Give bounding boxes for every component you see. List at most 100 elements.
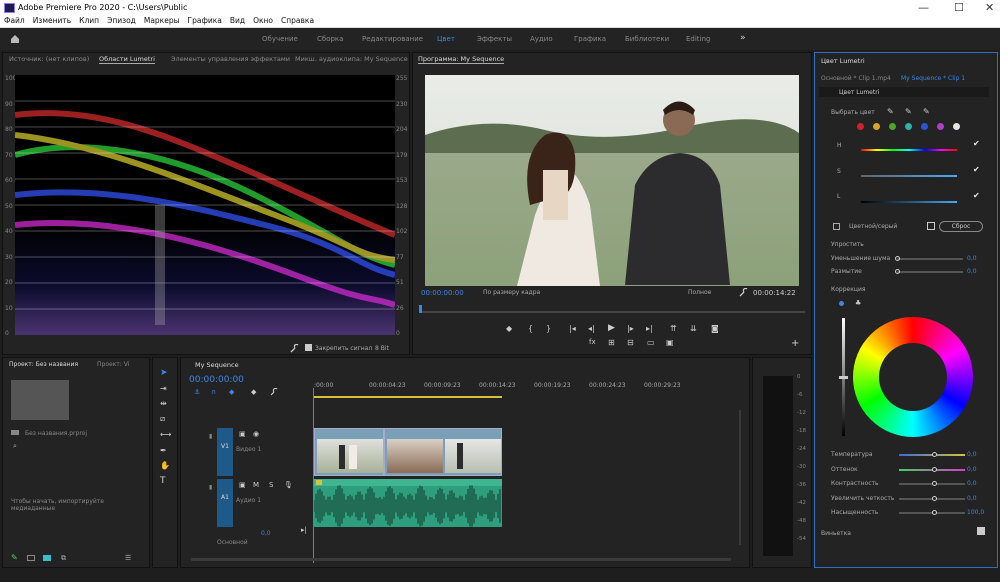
project-tab[interactable]: Проект: Без названия: [9, 361, 78, 368]
correction-row-value[interactable]: 0,0: [967, 480, 977, 487]
timeline-settings-wrench-icon[interactable]: [270, 388, 278, 396]
menu-markers[interactable]: Маркеры: [144, 16, 180, 27]
color-swatch[interactable]: [905, 123, 912, 130]
eyedropper-add-icon[interactable]: ✎: [905, 107, 912, 116]
play-button-icon[interactable]: ▶: [608, 323, 615, 333]
hue-check-icon[interactable]: ✔: [973, 139, 980, 148]
color-swatch[interactable]: [873, 123, 880, 130]
master-go-to-end-icon[interactable]: ▸|: [301, 526, 307, 534]
export-frame-icon[interactable]: ◙: [711, 324, 719, 333]
luma-check-icon[interactable]: ✔: [973, 191, 980, 200]
list-view-icon[interactable]: [27, 555, 35, 561]
ripple-edit-tool-icon[interactable]: ⇹: [160, 399, 167, 408]
close-button[interactable]: ✕: [985, 1, 994, 14]
tab-source[interactable]: Источник: (нет клипов): [9, 55, 89, 63]
quality-select[interactable]: Полное: [688, 289, 711, 296]
freeform-view-icon[interactable]: ⧉: [61, 554, 66, 563]
color-wheel[interactable]: [853, 317, 973, 437]
mark-out-icon[interactable]: }: [546, 324, 551, 333]
workspace-learning[interactable]: Обучение: [262, 35, 298, 43]
master-volume-value[interactable]: 0,0: [261, 530, 271, 537]
sort-icon[interactable]: ☰: [125, 554, 131, 562]
a1-toggle-output-icon[interactable]: ▣: [239, 481, 246, 489]
luma-range-slider[interactable]: [861, 201, 957, 203]
menu-sequence[interactable]: Эпизод: [107, 16, 136, 27]
timeline-timecode[interactable]: 00:00:00:00: [189, 375, 244, 385]
clamp-checkbox[interactable]: [305, 344, 312, 351]
type-tool-icon[interactable]: T: [160, 476, 166, 486]
add-marker-timeline-icon[interactable]: ◆: [229, 388, 234, 396]
audio-clip-waveform[interactable]: [314, 479, 502, 527]
color-swatch[interactable]: [953, 123, 960, 130]
correction-row-handle[interactable]: [932, 481, 937, 486]
color-swatch[interactable]: [857, 123, 864, 130]
lumetri-source-tab[interactable]: Основной * Clip 1.mp4: [821, 75, 891, 82]
hue-range-slider[interactable]: [861, 149, 957, 151]
saturation-check-icon[interactable]: ✔: [973, 165, 980, 174]
project-thumbnail[interactable]: [11, 380, 69, 420]
lumetri-sequence-tab[interactable]: My Sequence * Clip 1: [901, 75, 965, 82]
correction-row-handle[interactable]: [932, 510, 937, 515]
more-workspaces-icon[interactable]: »: [740, 33, 746, 43]
v1-eye-icon[interactable]: ◉: [253, 430, 259, 438]
tab-lumetri-scopes[interactable]: Области Lumetri: [99, 55, 155, 64]
correction-row-value[interactable]: 0,0: [967, 451, 977, 458]
fit-select[interactable]: По размеру кадра: [483, 289, 540, 296]
reset-button[interactable]: Сброс: [939, 221, 983, 232]
curves-mode-icon[interactable]: ♣: [855, 299, 861, 307]
video-clip-2[interactable]: [384, 428, 502, 476]
hand-tool-icon[interactable]: ✋: [160, 461, 170, 470]
toggle-proxy-icon[interactable]: ▭: [647, 338, 655, 347]
timeline-vertical-scrollbar[interactable]: [739, 410, 741, 545]
a1-voiceover-icon[interactable]: 🎙: [284, 481, 293, 489]
snap-icon[interactable]: ⚓: [194, 388, 200, 396]
tab-effect-controls[interactable]: Элементы управления эффектами: [171, 55, 290, 63]
workspace-audio[interactable]: Аудио: [530, 35, 553, 43]
menu-edit[interactable]: Изменить: [33, 16, 71, 27]
maximize-button[interactable]: ☐: [954, 1, 964, 14]
saturation-range-slider[interactable]: [861, 175, 957, 177]
timeline-horizontal-scrollbar[interactable]: [191, 558, 731, 561]
workspace-color[interactable]: Цвет: [437, 35, 455, 43]
denoise-row-value[interactable]: 0,0: [967, 255, 977, 262]
add-marker-icon[interactable]: ◆: [506, 324, 512, 333]
program-playhead[interactable]: [419, 305, 422, 313]
workspace-editing[interactable]: Редактирование: [362, 35, 423, 43]
denoise-row-handle[interactable]: [895, 256, 900, 261]
color-gray-checkbox[interactable]: [833, 223, 840, 230]
color-swatch[interactable]: [889, 123, 896, 130]
write-pencil-icon[interactable]: ✎: [11, 553, 18, 562]
correction-section-label[interactable]: Коррекция: [831, 286, 865, 293]
color-swatch[interactable]: [921, 123, 928, 130]
step-forward-icon[interactable]: |▸: [627, 324, 634, 333]
v1-sync-lock-icon[interactable]: ▮: [209, 433, 212, 440]
denoise-section-label[interactable]: Упростить: [831, 241, 864, 248]
workspace-editing-alt[interactable]: Editing: [686, 35, 710, 43]
program-settings-wrench-icon[interactable]: [739, 288, 748, 297]
track-select-tool-icon[interactable]: ⇥: [160, 384, 167, 393]
pen-tool-icon[interactable]: ✒: [160, 446, 167, 455]
correction-row-value[interactable]: 0,0: [967, 466, 977, 473]
home-icon[interactable]: [10, 34, 20, 44]
mark-in-icon[interactable]: {: [528, 324, 533, 333]
razor-tool-icon[interactable]: ⧄: [160, 414, 165, 424]
icon-view-icon[interactable]: [43, 555, 51, 561]
timeline-marker-icon[interactable]: ◆: [251, 388, 256, 396]
work-area-bar[interactable]: [314, 396, 502, 398]
lumetri-section-header[interactable]: Цвет Lumetri: [819, 87, 989, 97]
bit-depth-select[interactable]: 8 Bit: [375, 345, 389, 352]
workspace-libraries[interactable]: Библиотеки: [625, 35, 669, 43]
go-to-out-icon[interactable]: ▸|: [646, 324, 653, 333]
multicam-icon[interactable]: ▣: [666, 338, 674, 347]
menu-clip[interactable]: Клип: [79, 16, 99, 27]
program-scrubber[interactable]: [421, 311, 805, 313]
tab-audio-clip-mixer[interactable]: Микш. аудиоклипа: My Sequence: [295, 55, 408, 63]
linked-selection-icon[interactable]: ∩: [211, 388, 216, 396]
wheel-mode-icon[interactable]: [839, 301, 844, 306]
safe-margins-icon[interactable]: ⊞: [608, 338, 615, 347]
menu-help[interactable]: Справка: [281, 16, 314, 27]
v1-toggle-output-icon[interactable]: ▣: [239, 430, 246, 438]
correction-row-handle[interactable]: [932, 495, 937, 501]
menu-window[interactable]: Окно: [253, 16, 273, 27]
menu-view[interactable]: Вид: [230, 16, 245, 27]
